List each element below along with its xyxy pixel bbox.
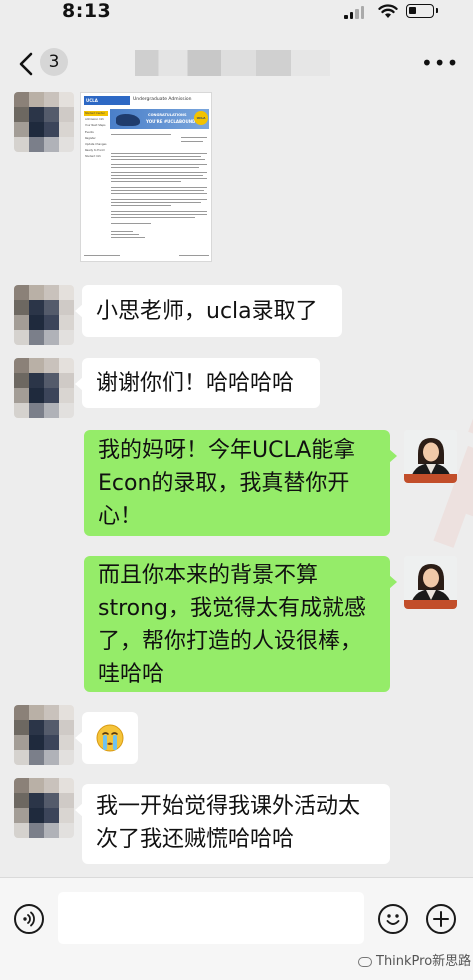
chat-header: 3 ••• — [0, 30, 473, 94]
emoji-button[interactable] — [378, 904, 408, 934]
letter-side-item: Student Info — [85, 155, 101, 159]
letter-side-item: Your Next Steps — [85, 124, 106, 128]
contact-name-blurred — [135, 50, 330, 76]
message-input-bar: ThinkPro新思路 — [0, 877, 473, 980]
wechat-logo-icon — [358, 956, 372, 967]
letter-side-item: Ready to Enroll — [85, 149, 105, 153]
message-bubble[interactable]: 而且你本来的背景不算 strong，我觉得太有成就感 了，帮你打造的人设很棒， … — [84, 556, 397, 692]
more-actions-button[interactable] — [426, 904, 456, 934]
voice-wave-icon — [23, 911, 35, 927]
letter-banner: CONGRATULATIONS YOU'RE #UCLABOUND UCLA — [110, 109, 209, 129]
more-options-button[interactable]: ••• — [421, 53, 459, 73]
contact-avatar[interactable] — [14, 92, 74, 152]
message-text-line: Econ的录取，我真替你开 — [98, 471, 350, 496]
admission-letter-image[interactable]: UCLA Undergraduate Admission Student Cen… — [80, 92, 212, 262]
letter-side-item: Update Changes — [85, 142, 107, 146]
person-photo-icon — [404, 556, 457, 609]
message-bubble[interactable]: 小思老师，ucla录取了 — [75, 285, 342, 337]
message-text-line: 哇哈哈 — [98, 662, 165, 687]
contact-avatar[interactable] — [14, 778, 74, 838]
watermark-text: ThinkPro新思路 — [376, 954, 472, 969]
bruin-bear-icon — [116, 114, 140, 126]
smiley-icon — [386, 914, 400, 925]
wechat-account-watermark: ThinkPro新思路 — [358, 950, 471, 969]
my-avatar[interactable] — [404, 430, 457, 483]
letter-side-item: Admission Info — [85, 118, 105, 122]
my-avatar[interactable] — [404, 556, 457, 609]
message-bubble[interactable] — [75, 712, 138, 764]
back-chevron-icon[interactable] — [14, 50, 42, 78]
letter-side-item: Events — [85, 130, 94, 134]
letter-header-text: Undergraduate Admission — [133, 97, 192, 102]
plus-icon — [433, 911, 449, 927]
status-bar: 8:13 — [0, 0, 473, 26]
message-bubble[interactable]: 谢谢你们！哈哈哈哈 — [75, 358, 320, 408]
message-text-line: strong，我觉得太有成就感 — [98, 596, 367, 621]
cellular-signal-icon — [344, 5, 366, 19]
message-text-line: 而且你本来的背景不算 — [98, 563, 319, 588]
banner-line2: YOU'RE #UCLABOUND — [146, 119, 196, 124]
message-text: 小思老师，ucla录取了 — [96, 299, 318, 324]
contact-avatar[interactable] — [14, 285, 74, 345]
letter-side-item: Register — [85, 136, 96, 140]
message-text-line: 我一开始觉得我课外活动太 — [96, 794, 361, 819]
message-text-line: 我的妈呀！今年UCLA能拿 — [98, 438, 356, 463]
message-text-input[interactable] — [58, 892, 364, 944]
contact-avatar[interactable] — [14, 358, 74, 418]
message-text-line: 心！ — [98, 504, 143, 529]
message-bubble[interactable]: 我一开始觉得我课外活动太 次了我还贼慌哈哈哈 — [75, 784, 390, 864]
wifi-icon — [378, 4, 398, 18]
message-text-line: 了，帮你打造的人设很棒， — [98, 629, 363, 654]
unread-count-badge[interactable]: 3 — [40, 48, 68, 76]
banner-line1: CONGRATULATIONS — [148, 113, 187, 117]
voice-input-button[interactable] — [14, 904, 44, 934]
message-bubble[interactable]: 我的妈呀！今年UCLA能拿 Econ的录取，我真替你开 心！ — [84, 430, 397, 536]
crying-face-icon — [96, 724, 124, 752]
status-time: 8:13 — [62, 0, 112, 22]
letter-seal: UCLA — [194, 111, 208, 125]
message-text: 谢谢你们！哈哈哈哈 — [96, 371, 295, 396]
message-text-line: 次了我还贼慌哈哈哈 — [96, 827, 295, 852]
battery-icon — [406, 4, 438, 18]
letter-header: UCLA — [84, 96, 130, 105]
letter-sidebar: Student Center Admission Info Your Next … — [84, 111, 108, 161]
letter-side-item: Student Center — [84, 111, 108, 117]
person-photo-icon — [404, 430, 457, 483]
contact-avatar[interactable] — [14, 705, 74, 765]
